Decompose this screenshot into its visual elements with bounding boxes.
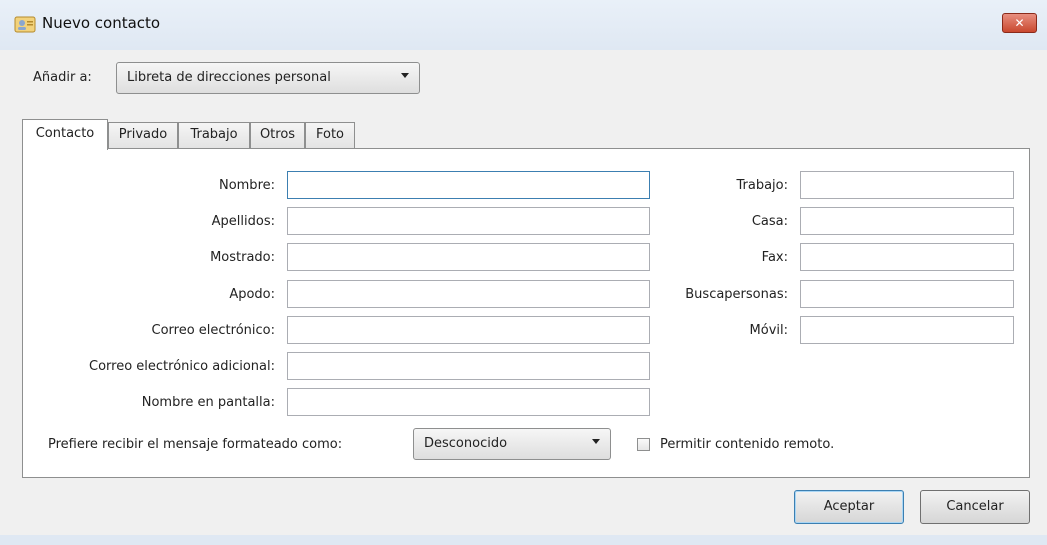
tab-label: Otros <box>259 127 296 142</box>
tab-foto[interactable]: Foto <box>305 122 355 148</box>
addressbook-select[interactable]: Libreta de direcciones personal <box>116 62 420 94</box>
mobile-label: Móvil: <box>749 323 788 338</box>
tab-label: Contacto <box>35 126 95 141</box>
first-name-field[interactable] <box>287 171 650 199</box>
accept-button-label: Aceptar <box>823 499 875 514</box>
chevron-down-icon <box>401 73 409 78</box>
work-phone-input[interactable] <box>801 172 1013 198</box>
addto-label: Añadir a: <box>33 70 92 85</box>
display-name-field[interactable] <box>287 243 650 271</box>
nickname-label: Apodo: <box>229 287 275 302</box>
secondary-email-label: Correo electrónico adicional: <box>89 359 275 374</box>
tab-label: Foto <box>315 127 345 142</box>
tab-trabajo[interactable]: Trabajo <box>178 122 250 148</box>
secondary-email-field[interactable] <box>287 352 650 380</box>
contact-card-icon <box>14 16 36 33</box>
home-phone-label: Casa: <box>751 214 788 229</box>
window-title: Nuevo contacto <box>42 14 161 32</box>
screen-name-field[interactable] <box>287 388 650 416</box>
mobile-field[interactable] <box>800 316 1014 344</box>
remote-content-checkbox[interactable] <box>637 438 650 451</box>
last-name-input[interactable] <box>288 208 649 234</box>
pager-field[interactable] <box>800 280 1014 308</box>
email-input[interactable] <box>288 317 649 343</box>
addto-label-text: Añadir a: <box>33 70 92 85</box>
display-name-label: Mostrado: <box>210 250 275 265</box>
work-phone-label: Trabajo: <box>736 178 788 193</box>
fax-input[interactable] <box>801 244 1013 270</box>
display-name-input[interactable] <box>288 244 649 270</box>
window-frame-bottom <box>0 535 1047 545</box>
last-name-field[interactable] <box>287 207 650 235</box>
tab-privado[interactable]: Privado <box>108 122 178 148</box>
format-select-value: Desconocido <box>424 436 508 451</box>
last-name-label: Apellidos: <box>211 214 275 229</box>
format-select[interactable]: Desconocido <box>413 428 611 460</box>
addressbook-select-value: Libreta de direcciones personal <box>127 70 331 85</box>
nickname-input[interactable] <box>288 281 649 307</box>
close-button[interactable]: ✕ <box>1002 13 1037 33</box>
fax-label: Fax: <box>761 250 788 265</box>
pager-label: Buscapersonas: <box>685 287 788 302</box>
tab-contacto[interactable]: Contacto <box>22 119 108 150</box>
remote-content-label: Permitir contenido remoto. <box>660 437 835 452</box>
mobile-input[interactable] <box>801 317 1013 343</box>
home-phone-input[interactable] <box>801 208 1013 234</box>
pager-input[interactable] <box>801 281 1013 307</box>
screen-name-label: Nombre en pantalla: <box>141 395 275 410</box>
screen-name-input[interactable] <box>288 389 649 415</box>
fax-field[interactable] <box>800 243 1014 271</box>
format-label: Prefiere recibir el mensaje formateado c… <box>48 437 343 452</box>
tab-otros[interactable]: Otros <box>250 122 305 148</box>
cancel-button[interactable]: Cancelar <box>920 490 1030 524</box>
accept-button[interactable]: Aceptar <box>794 490 904 524</box>
first-name-label: Nombre: <box>218 178 275 193</box>
work-phone-field[interactable] <box>800 171 1014 199</box>
first-name-input[interactable] <box>288 172 649 198</box>
close-icon: ✕ <box>1014 16 1025 30</box>
email-field[interactable] <box>287 316 650 344</box>
home-phone-field[interactable] <box>800 207 1014 235</box>
nickname-field[interactable] <box>287 280 650 308</box>
tab-label: Privado <box>118 127 168 142</box>
email-label: Correo electrónico: <box>151 323 276 338</box>
secondary-email-input[interactable] <box>288 353 649 379</box>
tab-label: Trabajo <box>190 127 238 142</box>
chevron-down-icon <box>592 439 600 444</box>
cancel-button-label: Cancelar <box>946 499 1004 514</box>
